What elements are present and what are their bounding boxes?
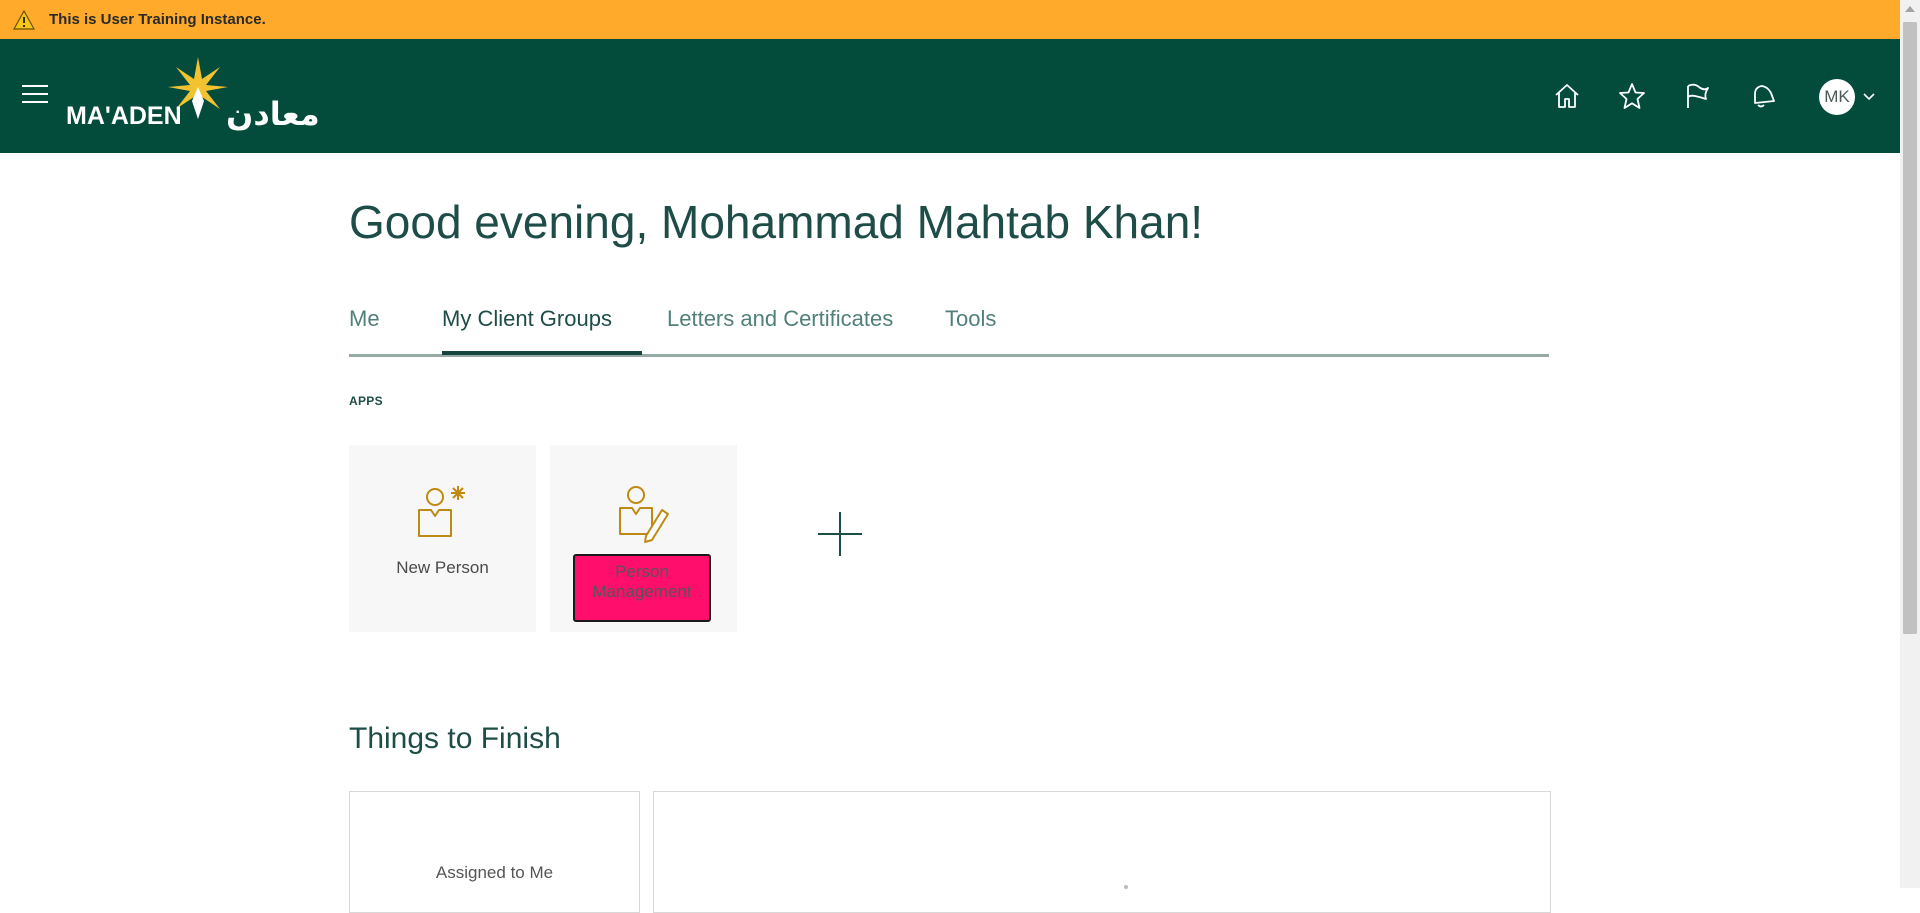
loading-indicator: [1124, 885, 1128, 889]
assigned-to-me-card[interactable]: Assigned to Me: [349, 791, 640, 913]
banner-text: This is User Training Instance.: [49, 11, 266, 28]
add-app-plus-icon[interactable]: [818, 512, 862, 556]
tab-my-client-groups[interactable]: My Client Groups: [442, 306, 612, 332]
favorites-star-icon[interactable]: [1617, 81, 1647, 111]
app-tile-label: Person Management: [573, 554, 711, 622]
logo-text-arabic: معادن: [226, 95, 320, 133]
scroll-up-arrow-icon[interactable]: [1904, 4, 1916, 14]
flag-icon[interactable]: [1682, 81, 1712, 111]
tasks-panel: [653, 791, 1551, 913]
things-to-finish-title: Things to Finish: [349, 722, 561, 755]
app-tile-label: New Person: [396, 558, 489, 577]
page-greeting: Good evening, Mohammad Mahtab Khan!: [349, 196, 1204, 248]
app-tile-new-person[interactable]: New Person: [349, 445, 536, 632]
user-avatar[interactable]: MK: [1819, 79, 1855, 115]
menu-icon[interactable]: [22, 85, 48, 105]
tab-tools[interactable]: Tools: [945, 306, 996, 332]
chevron-down-icon[interactable]: [1862, 91, 1876, 103]
assigned-to-me-label: Assigned to Me: [435, 863, 554, 882]
apps-section-label: APPS: [349, 394, 383, 408]
new-person-icon: [418, 486, 465, 537]
tab-me[interactable]: Me: [349, 306, 380, 332]
notifications-bell-icon[interactable]: [1747, 81, 1777, 111]
app-tile-person-management[interactable]: Person Management: [550, 445, 737, 632]
warning-icon: [13, 9, 37, 30]
tab-letters-and-certificates[interactable]: Letters and Certificates: [667, 306, 893, 332]
active-tab-indicator: [442, 351, 642, 355]
scrollbar-thumb[interactable]: [1903, 22, 1917, 634]
app-header: MA'ADEN معادن MK: [0, 39, 1900, 153]
maaden-logo[interactable]: MA'ADEN معادن: [64, 57, 334, 135]
tab-bar: Me My Client Groups Letters and Certific…: [349, 296, 1549, 357]
training-banner: This is User Training Instance.: [0, 0, 1900, 39]
logo-text-latin: MA'ADEN: [66, 102, 182, 130]
person-management-icon: [619, 486, 669, 543]
home-icon[interactable]: [1552, 81, 1582, 111]
